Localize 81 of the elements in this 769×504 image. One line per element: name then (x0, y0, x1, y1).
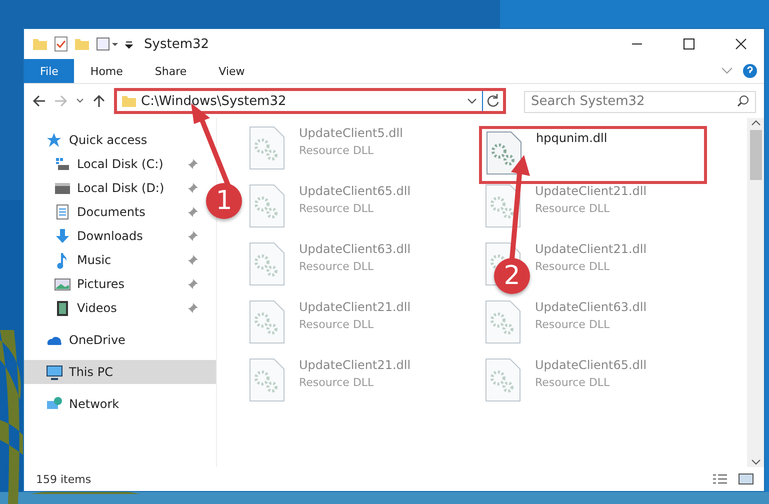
file-type: Resource DLL (299, 202, 375, 215)
sidebar-item[interactable]: Downloads (24, 224, 206, 248)
address-bar[interactable]: C:\Windows\System32 (114, 88, 506, 114)
file-type: Resource DLL (535, 202, 611, 215)
file-tab[interactable]: File (24, 59, 74, 83)
file-type: Resource DLL (535, 376, 611, 389)
file-type: Resource DLL (535, 260, 611, 273)
file-item[interactable]: hpqunim.dll (479, 126, 707, 184)
gear-file-icon (249, 300, 285, 344)
search-icon (737, 95, 749, 107)
chevron-down-icon[interactable] (76, 97, 84, 105)
gear-file-icon (249, 358, 285, 402)
drive-icon (54, 156, 71, 172)
folder-icon (74, 36, 90, 52)
properties-icon[interactable] (96, 37, 118, 51)
sidebar-item[interactable]: Local Disk (C:) (24, 152, 206, 176)
selected-sidebar-item[interactable]: This PC (24, 360, 216, 384)
sidebar-item[interactable]: Quick access (24, 128, 216, 152)
sidebar-item[interactable]: Documents (24, 200, 206, 224)
file-name: UpdateClient65.dll (535, 358, 647, 372)
gear-file-icon (485, 300, 521, 344)
file-name: UpdateClient21.dll (299, 358, 411, 372)
search-field[interactable]: Search System32 (524, 90, 756, 112)
ribbon-tab[interactable]: View (202, 59, 261, 83)
film-icon (54, 300, 71, 316)
maximize-icon (683, 38, 695, 50)
sidebar-item[interactable]: OneDrive (24, 328, 216, 352)
ribbon-tab[interactable]: Share (138, 59, 203, 83)
file-name: UpdateClient63.dll (299, 242, 411, 256)
pin-icon[interactable] (188, 183, 198, 193)
window-title: System32 (144, 36, 210, 52)
file-type: Resource DLL (299, 376, 375, 389)
file-type: Resource DLL (299, 144, 375, 157)
address-path: C:\Windows\System32 (141, 94, 288, 108)
item-count: 159 items (36, 472, 92, 486)
file-name: UpdateClient21.dll (299, 300, 411, 314)
ribbon-tab[interactable]: Home (74, 59, 139, 83)
close-icon (735, 38, 747, 50)
document-icon (54, 204, 71, 220)
pin-icon[interactable] (188, 207, 198, 217)
sidebar-item[interactable]: Videos (24, 296, 206, 320)
pin-icon[interactable] (188, 279, 198, 289)
file-name: UpdateClient21.dll (535, 242, 647, 256)
pin-icon[interactable] (188, 255, 198, 265)
sidebar-item[interactable]: Local Disk (D:) (24, 176, 206, 200)
up-arrow-icon[interactable] (92, 94, 106, 108)
back-arrow-icon[interactable] (32, 94, 46, 108)
gear-file-icon (485, 184, 521, 228)
file-name: UpdateClient21.dll (535, 184, 647, 198)
checklist-icon[interactable] (54, 36, 68, 52)
gear-file-icon (249, 126, 285, 170)
monitor-icon (46, 364, 63, 380)
picture-icon (54, 276, 71, 292)
star-icon (46, 132, 63, 148)
gear-file-icon (249, 242, 285, 286)
chevron-down-icon[interactable] (750, 457, 760, 467)
chevron-up-icon[interactable] (750, 118, 760, 128)
large-icons-view-icon[interactable] (738, 473, 754, 485)
file-type: Resource DLL (299, 260, 375, 273)
pin-icon[interactable] (188, 231, 198, 241)
gear-file-icon (486, 131, 522, 175)
file-name: hpqunim.dll (536, 131, 608, 145)
pin-icon[interactable] (188, 159, 198, 169)
details-view-icon[interactable] (712, 473, 728, 485)
scroll-thumb[interactable] (750, 130, 762, 180)
file-type: Resource DLL (299, 318, 375, 331)
down-arrow-icon (54, 228, 71, 244)
sidebar-item[interactable]: Pictures (24, 272, 206, 296)
pin-icon[interactable] (188, 303, 198, 313)
sidebar-item[interactable]: Music (24, 248, 206, 272)
file-name: UpdateClient63.dll (535, 300, 647, 314)
file-name: UpdateClient65.dll (299, 184, 411, 198)
gear-file-icon (485, 358, 521, 402)
gear-file-icon (249, 184, 285, 228)
file-type: Resource DLL (535, 318, 611, 331)
file-name: UpdateClient5.dll (299, 126, 403, 140)
dropdown-icon[interactable] (124, 39, 134, 49)
folder-icon (121, 93, 137, 109)
sidebar-item[interactable]: Network (24, 392, 216, 416)
scrollbar[interactable] (747, 118, 764, 467)
folder-icon (32, 36, 48, 52)
